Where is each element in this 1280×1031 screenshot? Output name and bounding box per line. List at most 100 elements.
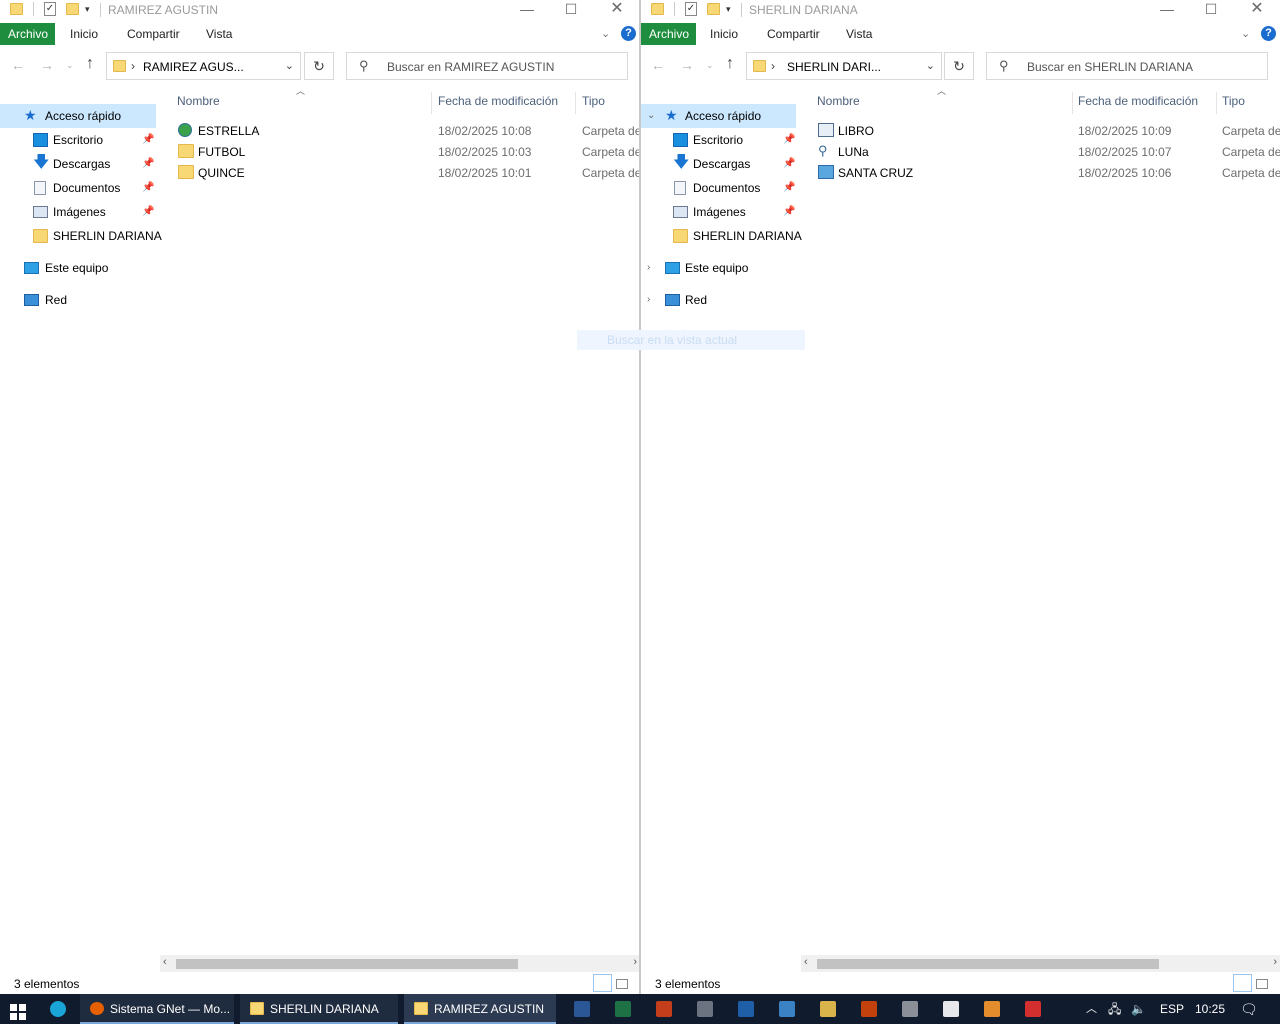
nav-downloads[interactable]: 🡇 Descargas 📌	[641, 152, 801, 176]
refresh-button[interactable]: ↻	[304, 52, 334, 80]
nav-images[interactable]: Imágenes 📌	[0, 200, 160, 224]
app-icon[interactable]	[984, 1001, 1000, 1017]
folder-icon[interactable]	[10, 3, 23, 15]
start-button[interactable]	[10, 1001, 26, 1020]
file-row[interactable]: ⚲ LUNa 18/02/2025 10:07 Carpeta de	[801, 141, 1280, 162]
address-bar[interactable]: › SHERLIN DARI... ⌄	[746, 52, 942, 80]
column-type[interactable]: Tipo	[582, 94, 605, 108]
app-icon[interactable]	[902, 1001, 918, 1017]
notifications-icon[interactable]: 🗨	[1240, 994, 1258, 1024]
maximize-button[interactable]: ☐	[548, 0, 594, 22]
nav-desktop[interactable]: Escritorio 📌	[0, 128, 160, 152]
column-divider[interactable]	[1216, 92, 1217, 114]
expand-icon[interactable]: ›	[647, 288, 650, 312]
scroll-thumb[interactable]	[176, 959, 518, 969]
nav-quick-access[interactable]: ★ Acceso rápido	[0, 104, 156, 128]
edge-icon[interactable]	[50, 1001, 66, 1017]
horizontal-scrollbar[interactable]: ‹ ›	[801, 955, 1280, 972]
customize-toolbar-icon[interactable]: ▾	[85, 4, 90, 15]
column-divider[interactable]	[1072, 92, 1073, 114]
back-button[interactable]: ←	[11, 57, 25, 73]
address-dropdown-icon[interactable]: ⌄	[285, 59, 294, 72]
volume-icon[interactable]: 🔈	[1131, 994, 1146, 1024]
file-row[interactable]: SANTA CRUZ 18/02/2025 10:06 Carpeta de	[801, 162, 1280, 183]
nav-this-pc[interactable]: › Este equipo	[641, 256, 801, 280]
nav-quick-access[interactable]: ⌄ ★ Acceso rápido	[641, 104, 796, 128]
taskbar-task-firefox[interactable]: Sistema GNet — Mo...	[80, 994, 234, 1024]
file-row[interactable]: ESTRELLA 18/02/2025 10:08 Carpeta de	[160, 120, 640, 141]
tab-inicio[interactable]: Inicio	[62, 23, 106, 45]
address-dropdown-icon[interactable]: ⌄	[926, 59, 935, 72]
new-folder-icon[interactable]	[707, 3, 720, 15]
network-tray-icon[interactable]: 🖧	[1108, 994, 1121, 1024]
customize-toolbar-icon[interactable]: ▾	[726, 4, 731, 15]
nav-downloads[interactable]: 🡇 Descargas 📌	[0, 152, 160, 176]
scroll-thumb[interactable]	[817, 959, 1159, 969]
file-row[interactable]: LIBRO 18/02/2025 10:09 Carpeta de	[801, 120, 1280, 141]
expand-ribbon-icon[interactable]: ⌄	[601, 27, 610, 40]
maximize-button[interactable]: ☐	[1188, 0, 1234, 22]
file-row[interactable]: QUINCE 18/02/2025 10:01 Carpeta de	[160, 162, 640, 183]
tab-vista[interactable]: Vista	[198, 23, 240, 45]
properties-icon[interactable]: ✓	[44, 2, 56, 16]
forward-button[interactable]: →	[40, 57, 54, 73]
details-view-icon[interactable]	[593, 974, 612, 992]
nav-desktop[interactable]: Escritorio 📌	[641, 128, 801, 152]
column-date[interactable]: Fecha de modificación	[438, 94, 558, 108]
minimize-button[interactable]: —	[504, 0, 550, 22]
file-row[interactable]: FUTBOL 18/02/2025 10:03 Carpeta de	[160, 141, 640, 162]
tab-inicio[interactable]: Inicio	[702, 23, 746, 45]
word-icon[interactable]	[574, 1001, 590, 1017]
properties-icon[interactable]: ✓	[685, 2, 697, 16]
new-folder-icon[interactable]	[66, 3, 79, 15]
nav-pinned-folder[interactable]: SHERLIN DARIANA	[0, 224, 162, 248]
refresh-button[interactable]: ↻	[944, 52, 974, 80]
folder-icon[interactable]	[651, 3, 664, 15]
show-hidden-icons-icon[interactable]: ︿	[1086, 994, 1097, 1024]
details-view-icon[interactable]	[1233, 974, 1252, 992]
nav-network[interactable]: › Red	[641, 288, 801, 312]
tab-archivo[interactable]: Archivo	[0, 23, 55, 45]
column-name[interactable]: Nombre	[177, 94, 220, 108]
nav-pinned-folder[interactable]: SHERLIN DARIANA	[641, 224, 802, 248]
nav-documents[interactable]: Documentos 📌	[641, 176, 801, 200]
app-icon[interactable]	[697, 1001, 713, 1017]
column-date[interactable]: Fecha de modificación	[1078, 94, 1198, 108]
app-icon[interactable]	[943, 1001, 959, 1017]
nav-network[interactable]: Red	[0, 288, 160, 312]
forward-button[interactable]: →	[680, 57, 694, 73]
address-bar[interactable]: › RAMIREZ AGUS... ⌄	[106, 52, 301, 80]
up-button[interactable]: ↑	[726, 55, 734, 73]
recent-locations-icon[interactable]: ⌄	[66, 60, 74, 71]
up-button[interactable]: ↑	[86, 55, 94, 73]
app-icon[interactable]	[779, 1001, 795, 1017]
scroll-left-icon[interactable]: ‹	[804, 956, 808, 968]
scroll-left-icon[interactable]: ‹	[163, 956, 167, 968]
nav-this-pc[interactable]: Este equipo	[0, 256, 160, 280]
tab-compartir[interactable]: Compartir	[119, 23, 188, 45]
excel-icon[interactable]	[615, 1001, 631, 1017]
taskbar-task-sherlin[interactable]: SHERLIN DARIANA	[240, 994, 398, 1024]
language-indicator[interactable]: ESP	[1160, 994, 1184, 1024]
expand-ribbon-icon[interactable]: ⌄	[1241, 27, 1250, 40]
app-icon[interactable]	[861, 1001, 877, 1017]
tab-archivo[interactable]: Archivo	[641, 23, 696, 45]
tab-compartir[interactable]: Compartir	[759, 23, 828, 45]
search-box[interactable]: ⚲ Buscar en SHERLIN DARIANA	[986, 52, 1268, 80]
close-button[interactable]: ✕	[594, 0, 640, 22]
column-divider[interactable]	[575, 92, 576, 114]
back-button[interactable]: ←	[651, 57, 665, 73]
nav-documents[interactable]: Documentos 📌	[0, 176, 160, 200]
flash-icon[interactable]	[1025, 1001, 1041, 1017]
recent-locations-icon[interactable]: ⌄	[706, 60, 714, 71]
minimize-button[interactable]: —	[1144, 0, 1190, 22]
taskbar-task-ramirez[interactable]: RAMIREZ AGUSTIN	[404, 994, 556, 1024]
notepad-icon[interactable]	[820, 1001, 836, 1017]
close-button[interactable]: ✕	[1234, 0, 1280, 22]
nav-images[interactable]: Imágenes 📌	[641, 200, 801, 224]
column-type[interactable]: Tipo	[1222, 94, 1245, 108]
large-icons-view-icon[interactable]	[616, 979, 628, 989]
expand-icon[interactable]: ›	[647, 256, 650, 280]
scroll-right-icon[interactable]: ›	[1273, 956, 1277, 968]
powerpoint-icon[interactable]	[656, 1001, 672, 1017]
